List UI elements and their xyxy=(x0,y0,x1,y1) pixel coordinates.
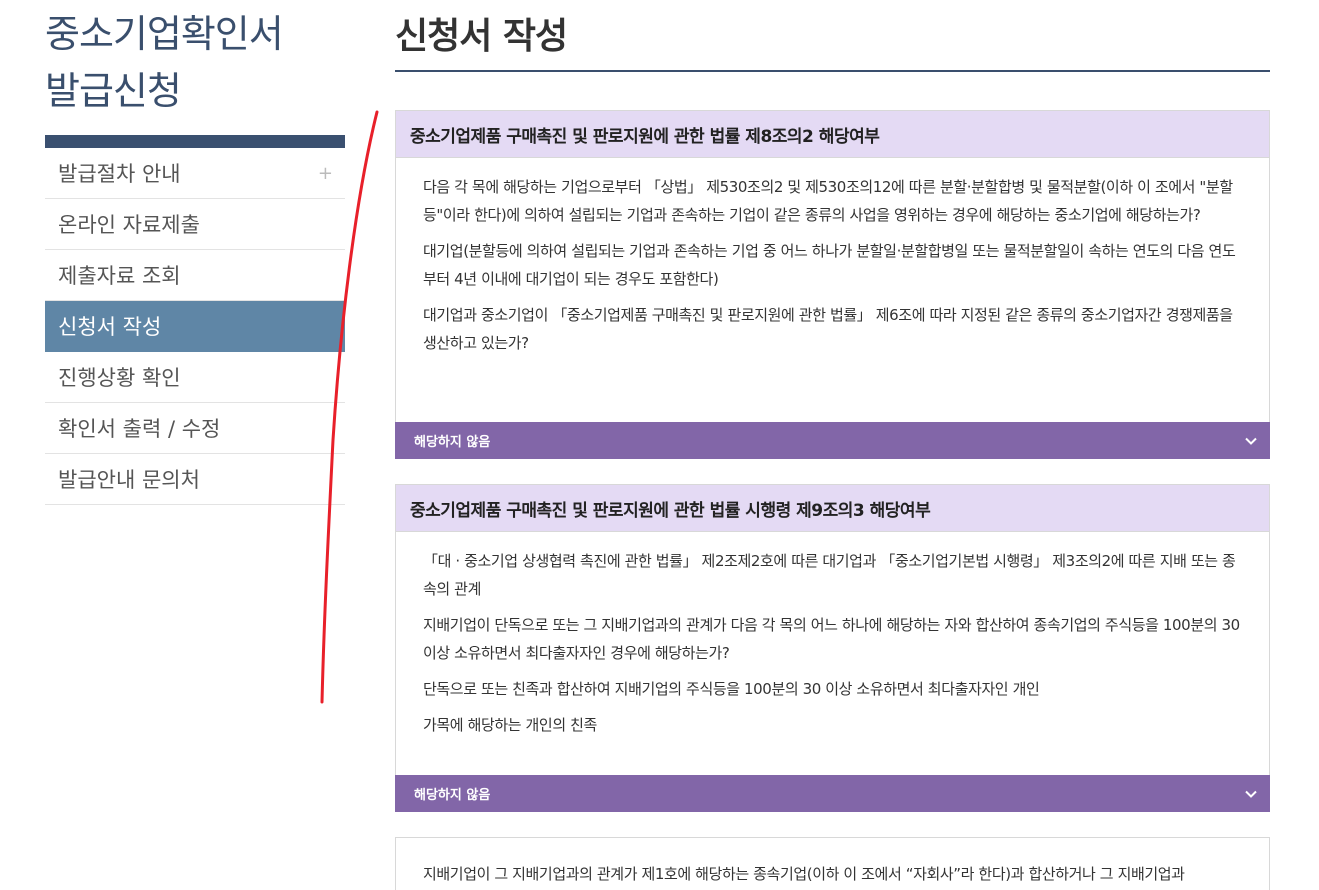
main-content: 신청서 작성 중소기업제품 구매촉진 및 판로지원에 관한 법률 제8조의2 해… xyxy=(395,0,1270,890)
sidebar-title-line1: 중소기업확인서 xyxy=(45,12,284,56)
section-question: 대기업(분할등에 의하여 설립되는 기업과 존속하는 기업 중 어느 하나가 분… xyxy=(423,242,1236,288)
section-question: 지배기업이 단독으로 또는 그 지배기업과의 관계가 다음 각 목의 어느 하나… xyxy=(423,616,1240,662)
section-decree-9-3: 중소기업제품 구매촉진 및 판로지원에 관한 법률 시행령 제9조의3 해당여부… xyxy=(395,484,1270,812)
sidebar-item-label: 온라인 자료제출 xyxy=(58,213,200,237)
section-body: 「대 · 중소기업 상생협력 촉진에 관한 법률」 제2조제2호에 따른 대기업… xyxy=(396,532,1269,759)
sidebar-divider xyxy=(45,135,345,148)
section-question: 가목에 해당하는 개인의 친족 xyxy=(423,716,597,734)
section-question: 「대 · 중소기업 상생협력 촉진에 관한 법률」 제2조제2호에 따른 대기업… xyxy=(423,552,1236,598)
sidebar-menu: 발급절차 안내 + 온라인 자료제출 제출자료 조회 신청서 작성 진행상황 확… xyxy=(45,148,345,505)
section-subsidiary: 지배기업이 그 지배기업과의 관계가 제1호에 해당하는 종속기업(이하 이 조… xyxy=(395,837,1270,890)
page-title: 신청서 작성 xyxy=(395,0,1270,72)
sidebar-item-submission-inquiry[interactable]: 제출자료 조회 xyxy=(45,250,345,301)
answer-dropdown-value: 해당하지 않음 xyxy=(414,788,491,803)
sidebar-item-label: 진행상황 확인 xyxy=(58,366,181,390)
sidebar-title: 중소기업확인서 발급신청 xyxy=(45,0,345,120)
section-heading: 중소기업제품 구매촉진 및 판로지원에 관한 법률 제8조의2 해당여부 xyxy=(396,111,1269,158)
section-question: 단독으로 또는 친족과 합산하여 지배기업의 주식등을 100분의 30 이상 … xyxy=(423,680,1040,698)
chevron-down-icon[interactable] xyxy=(1244,434,1258,448)
section-body: 다음 각 목에 해당하는 기업으로부터 「상법」 제530조의2 및 제530조… xyxy=(396,158,1269,377)
sidebar-item-label: 확인서 출력 / 수정 xyxy=(58,417,221,441)
sidebar-item-online-submission[interactable]: 온라인 자료제출 xyxy=(45,199,345,250)
section-question: 대기업과 중소기업이 「중소기업제품 구매촉진 및 판로지원에 관한 법률」 제… xyxy=(423,306,1233,352)
sidebar-item-application-form[interactable]: 신청서 작성 xyxy=(45,301,345,352)
section-article-8-2: 중소기업제품 구매촉진 및 판로지원에 관한 법률 제8조의2 해당여부 다음 … xyxy=(395,110,1270,459)
section-body: 지배기업이 그 지배기업과의 관계가 제1호에 해당하는 종속기업(이하 이 조… xyxy=(396,838,1269,890)
sidebar: 중소기업확인서 발급신청 발급절차 안내 + 온라인 자료제출 제출자료 조회 … xyxy=(45,0,345,505)
sidebar-item-label: 신청서 작성 xyxy=(58,315,162,339)
sidebar-item-print-edit[interactable]: 확인서 출력 / 수정 xyxy=(45,403,345,454)
chevron-down-icon[interactable] xyxy=(1244,787,1258,801)
sidebar-item-label: 제출자료 조회 xyxy=(58,264,181,288)
sidebar-item-label: 발급안내 문의처 xyxy=(58,468,200,492)
sidebar-item-label: 발급절차 안내 xyxy=(58,162,181,186)
page: 중소기업확인서 발급신청 발급절차 안내 + 온라인 자료제출 제출자료 조회 … xyxy=(0,0,1319,890)
section-question: 지배기업이 그 지배기업과의 관계가 제1호에 해당하는 종속기업(이하 이 조… xyxy=(423,865,1185,883)
sidebar-title-line2: 발급신청 xyxy=(45,69,182,113)
section-question: 다음 각 목에 해당하는 기업으로부터 「상법」 제530조의2 및 제530조… xyxy=(423,178,1233,224)
answer-dropdown-value: 해당하지 않음 xyxy=(414,435,491,450)
plus-icon[interactable]: + xyxy=(318,163,333,184)
answer-dropdown[interactable]: 해당하지 않음 xyxy=(395,775,1270,812)
sidebar-item-contact[interactable]: 발급안내 문의처 xyxy=(45,454,345,505)
section-heading: 중소기업제품 구매촉진 및 판로지원에 관한 법률 시행령 제9조의3 해당여부 xyxy=(396,485,1269,532)
sidebar-item-issuance-procedure[interactable]: 발급절차 안내 + xyxy=(45,148,345,199)
sidebar-item-progress-check[interactable]: 진행상황 확인 xyxy=(45,352,345,403)
answer-dropdown[interactable]: 해당하지 않음 xyxy=(395,422,1270,459)
